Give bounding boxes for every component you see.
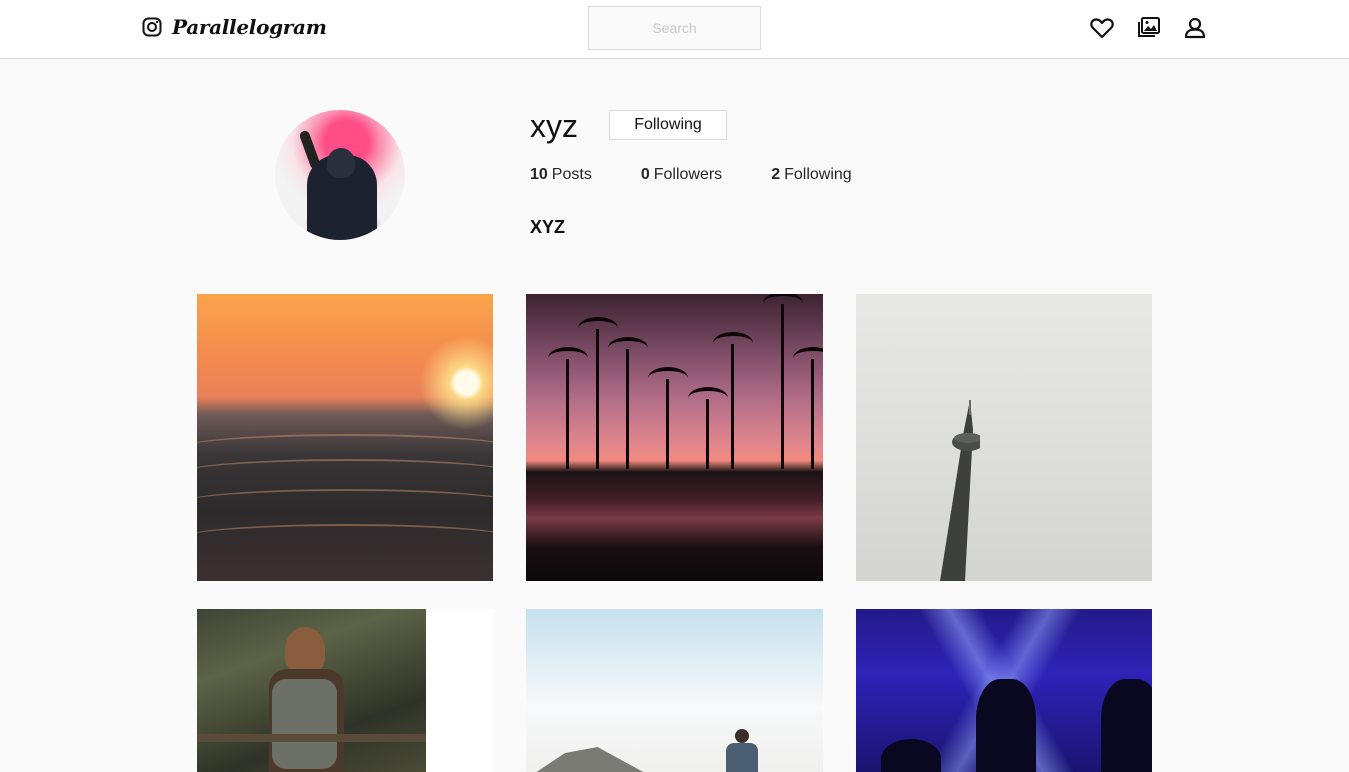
followers-count-label: Followers xyxy=(653,166,723,183)
followers-count[interactable]: 0 Followers xyxy=(641,166,722,184)
posts-count[interactable]: 10 Posts xyxy=(530,166,592,184)
user-icon[interactable] xyxy=(1182,15,1208,41)
profile-stats: 10 Posts 0 Followers 2 Following xyxy=(530,166,901,184)
posts-count-value: 10 xyxy=(530,166,548,183)
logo[interactable]: Parallelogram xyxy=(142,15,327,39)
post-blank-area xyxy=(426,609,493,772)
posts-count-label: Posts xyxy=(551,166,592,183)
following-count-value: 2 xyxy=(771,166,781,183)
post-palm-trees-sunset[interactable] xyxy=(526,294,823,581)
cn-tower-shape xyxy=(940,400,980,581)
search-input[interactable] xyxy=(588,6,761,50)
post-mountain-person[interactable] xyxy=(526,609,823,772)
top-navigation-bar: Parallelogram xyxy=(0,0,1349,59)
avatar[interactable] xyxy=(275,110,405,240)
post-ocean-sunset[interactable] xyxy=(197,294,493,581)
brand-name: Parallelogram xyxy=(172,15,327,39)
post-hiker-backpack[interactable] xyxy=(197,609,426,772)
following-count[interactable]: 2 Following xyxy=(771,166,852,184)
following-count-label: Following xyxy=(784,166,852,183)
following-button[interactable]: Following xyxy=(609,110,727,140)
post-cn-tower[interactable] xyxy=(856,294,1152,581)
instagram-camera-icon xyxy=(142,17,162,37)
post-concert-lights[interactable] xyxy=(856,609,1152,772)
gallery-icon[interactable] xyxy=(1136,15,1162,41)
profile-full-name: XYZ xyxy=(530,217,566,237)
heart-icon[interactable] xyxy=(1089,15,1115,41)
followers-count-value: 0 xyxy=(640,166,650,183)
profile-username: xyz xyxy=(530,108,578,144)
profile-header: xyz Following 10 Posts 0 Followers 2 Follow… xyxy=(0,59,1349,289)
